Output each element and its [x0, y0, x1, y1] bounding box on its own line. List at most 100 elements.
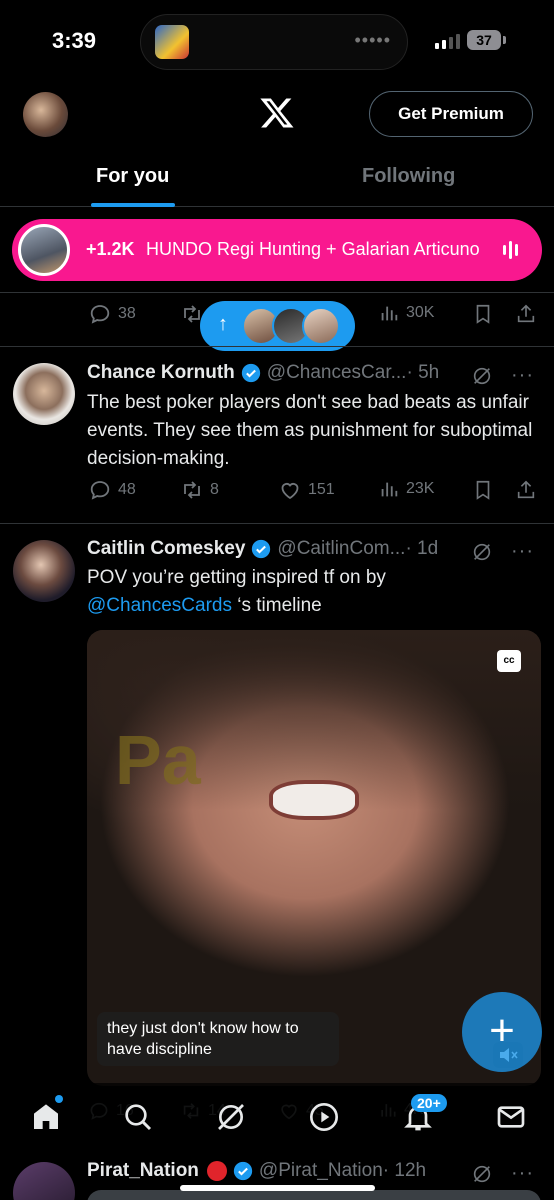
notifications-badge: 20+	[411, 1094, 447, 1112]
repost-icon	[184, 481, 200, 499]
closed-captions-icon[interactable]: cc	[497, 650, 521, 672]
live-activity-app-icon	[155, 25, 189, 59]
grok-icon[interactable]	[471, 365, 493, 387]
verified-badge-icon	[233, 1161, 253, 1181]
compose-post-button[interactable]: +	[462, 992, 542, 1072]
red-circle-emoji	[206, 1161, 227, 1181]
like-button[interactable]: 151	[278, 478, 335, 502]
home-icon[interactable]	[30, 1101, 62, 1133]
reply-count: 38	[118, 305, 136, 322]
live-viewer-count: +1.2K	[86, 239, 135, 259]
post-time: · 1d	[405, 538, 439, 559]
search-icon[interactable]	[122, 1101, 154, 1133]
like-count: 151	[308, 481, 335, 498]
post-header: Caitlin Comeskey @CaitlinCom... · 1d	[87, 538, 438, 560]
video-caption: they just don't know how to have discipl…	[97, 1012, 339, 1066]
arrow-up-icon: ↑	[218, 313, 228, 335]
reply-icon	[90, 305, 110, 324]
post-text-part: POV you’re getting inspired tf on by	[87, 567, 386, 588]
author-handle[interactable]: @CaitlinCom...	[277, 538, 405, 560]
status-time: 3:39	[52, 28, 97, 53]
repost-button[interactable]: 8	[180, 478, 219, 502]
live-host-avatar	[18, 224, 70, 276]
grok-icon[interactable]	[471, 1163, 493, 1185]
get-premium-button[interactable]: Get Premium	[369, 91, 533, 137]
post-menu: ···	[471, 1162, 534, 1185]
share-button[interactable]	[515, 302, 537, 326]
views-button[interactable]: 23K	[378, 478, 434, 500]
mention-link[interactable]: @ChancesCards	[87, 595, 232, 616]
post-text-part: ‘s timeline	[231, 595, 322, 616]
views-icon	[381, 482, 398, 497]
author-name[interactable]: Caitlin Comeskey	[87, 538, 245, 560]
home-indicator[interactable]	[180, 1185, 375, 1191]
divider	[0, 523, 554, 524]
author-name[interactable]: Pirat_Nation	[87, 1160, 199, 1182]
bottom-navigation: 20+	[0, 1083, 554, 1153]
battery-tip	[503, 36, 506, 44]
home-notification-dot	[55, 1095, 63, 1103]
views-count: 30K	[406, 304, 435, 321]
profile-avatar[interactable]	[23, 92, 68, 137]
more-options-icon[interactable]: ···	[511, 364, 534, 387]
grok-icon[interactable]	[471, 541, 493, 563]
x-logo-icon	[260, 98, 294, 128]
share-icon	[517, 480, 535, 499]
live-title: HUNDO Regi Hunting + Galarian Articuno	[146, 239, 480, 259]
post-time: · 5h	[406, 362, 440, 383]
repost-count: 8	[210, 481, 219, 498]
post-author-avatar[interactable]	[13, 540, 75, 602]
share-button[interactable]	[515, 478, 537, 502]
post-text: The best poker players don't see bad bea…	[87, 392, 533, 469]
tab-for-you[interactable]: For you	[96, 165, 169, 188]
post-text: POV you’re getting inspired tf on by @Ch…	[87, 564, 542, 620]
battery-icon: 37	[467, 30, 501, 50]
post-header: Chance Kornuth @ChancesCar... · 5h	[87, 362, 439, 384]
video-play-icon[interactable]	[308, 1101, 340, 1133]
pill-avatar	[302, 307, 340, 345]
bookmark-icon	[476, 304, 490, 324]
status-bar: 3:39 ••••• 37	[0, 0, 554, 80]
active-tab-indicator	[91, 203, 175, 207]
author-handle[interactable]: @ChancesCar...	[267, 362, 407, 384]
heart-icon	[281, 483, 299, 500]
views-count: 23K	[406, 480, 435, 497]
views-button[interactable]: 30K	[378, 302, 434, 324]
timeline-tabs: For you Following	[0, 155, 554, 207]
tab-following[interactable]: Following	[362, 165, 455, 188]
reply-count: 48	[118, 481, 136, 498]
more-options-icon[interactable]: ···	[511, 1162, 534, 1185]
verified-badge-icon	[241, 363, 260, 383]
bookmark-button[interactable]	[472, 302, 494, 326]
audio-bars-icon	[503, 241, 518, 259]
new-posts-pill[interactable]: ↑	[200, 301, 355, 351]
more-options-icon[interactable]: ···	[511, 540, 534, 563]
bookmark-icon	[476, 480, 490, 500]
messages-envelope-icon[interactable]	[495, 1101, 527, 1133]
reply-icon	[90, 481, 110, 500]
dynamic-island[interactable]: •••••	[140, 14, 408, 70]
share-icon	[517, 304, 535, 323]
cellular-signal-icon	[435, 34, 460, 49]
video-frame-detail	[269, 780, 359, 820]
live-broadcast-banner[interactable]: +1.2K HUNDO Regi Hunting + Galarian Arti…	[12, 219, 542, 281]
island-dots: •••••	[354, 30, 391, 50]
video-background-sign: Pa	[115, 721, 201, 799]
post-menu: ···	[471, 540, 534, 563]
reply-button[interactable]: 38	[88, 302, 136, 326]
author-name[interactable]: Chance Kornuth	[87, 362, 235, 384]
divider	[0, 346, 554, 347]
views-icon	[381, 306, 398, 321]
post-time: · 12h	[382, 1160, 427, 1181]
post-actions: 48 8 151 23K	[0, 478, 554, 508]
post-header: Pirat_Nation @Pirat_Nation · 12h	[87, 1160, 426, 1182]
grok-icon[interactable]	[215, 1101, 247, 1133]
divider	[0, 292, 554, 293]
post-media-peek[interactable]	[87, 1190, 541, 1200]
bookmark-button[interactable]	[472, 478, 494, 502]
post-menu: ···	[471, 364, 534, 387]
post-author-avatar[interactable]	[13, 363, 75, 425]
reply-button[interactable]: 48	[88, 478, 136, 502]
author-handle[interactable]: @Pirat_Nation	[259, 1160, 383, 1182]
post-author-avatar[interactable]	[13, 1162, 75, 1200]
